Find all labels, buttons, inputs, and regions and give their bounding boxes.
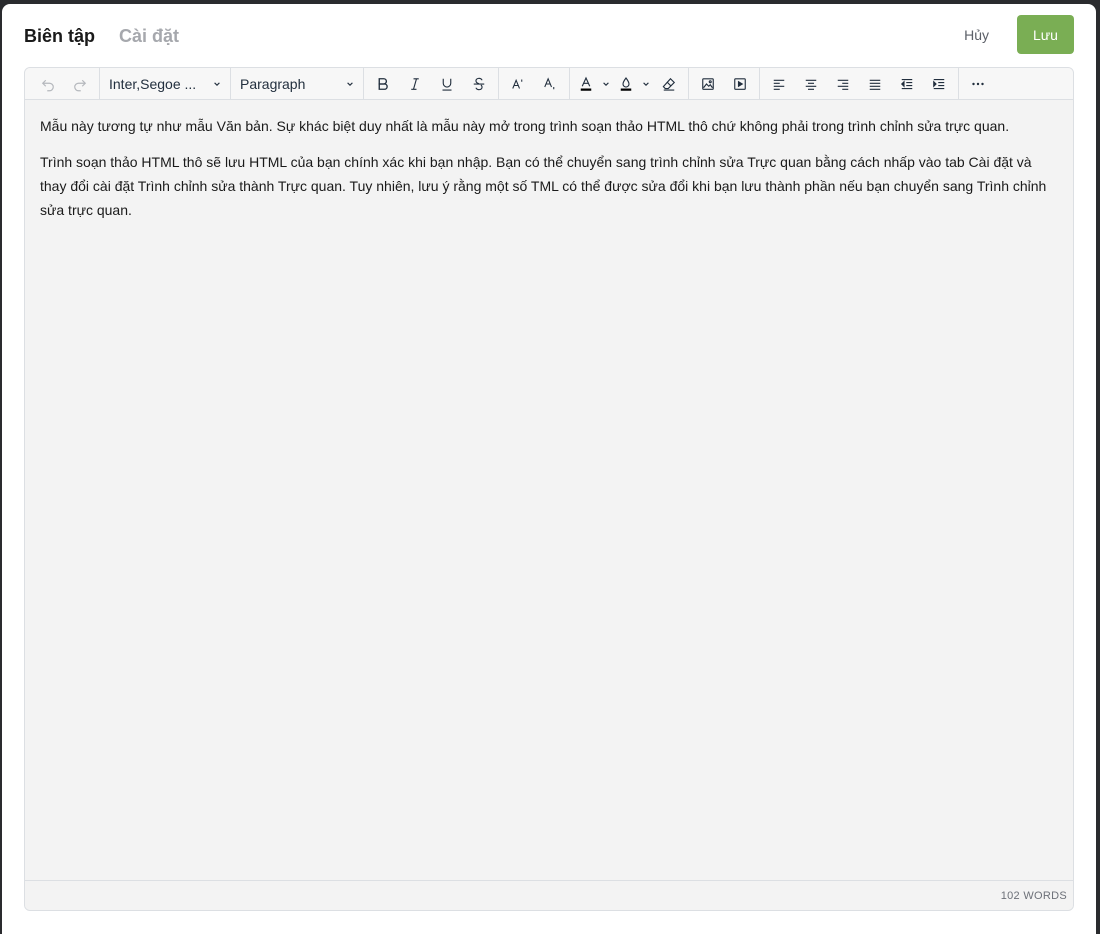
history-group [29, 68, 100, 100]
word-count[interactable]: 102 WORDS [1001, 890, 1067, 902]
tab-bar: Biên tập Cài đặt [24, 26, 179, 46]
align-justify-icon[interactable] [859, 71, 891, 97]
clear-formatting-icon[interactable] [653, 71, 685, 97]
font-family-value: Inter,Segoe ... [109, 75, 197, 92]
more-icon[interactable] [962, 71, 994, 97]
chevron-down-icon [214, 81, 220, 86]
indent-icon[interactable] [923, 71, 955, 97]
editor-toolbar: Inter,Segoe ... Paragraph [25, 68, 1073, 100]
script-group [499, 68, 570, 100]
save-button[interactable]: Lưu [1017, 15, 1074, 54]
undo-icon[interactable] [32, 71, 64, 97]
chevron-down-icon[interactable] [639, 71, 653, 97]
tab-edit[interactable]: Biên tập [24, 26, 95, 46]
text-color-icon[interactable] [573, 71, 599, 97]
chevron-down-icon[interactable] [599, 71, 613, 97]
strikethrough-icon[interactable] [463, 71, 495, 97]
font-family-group: Inter,Segoe ... [100, 68, 231, 100]
bold-icon[interactable] [367, 71, 399, 97]
editor-statusbar: 102 WORDS [25, 880, 1073, 910]
underline-icon[interactable] [431, 71, 463, 97]
image-icon[interactable] [692, 71, 724, 97]
alignment-group [760, 68, 959, 100]
editor-content[interactable]: Mẫu này tương tự như mẫu Văn bản. Sự khá… [25, 100, 1073, 879]
media-icon[interactable] [724, 71, 756, 97]
block-format-group: Paragraph [231, 68, 364, 100]
tab-settings[interactable]: Cài đặt [119, 26, 179, 46]
color-group [570, 68, 689, 100]
align-center-icon[interactable] [795, 71, 827, 97]
text-style-group [364, 68, 499, 100]
chevron-down-icon [347, 81, 353, 86]
align-right-icon[interactable] [827, 71, 859, 97]
rich-text-editor: Inter,Segoe ... Paragraph Mẫu này tương … [24, 67, 1074, 911]
italic-icon[interactable] [399, 71, 431, 97]
paragraph-2: Trình soạn thảo HTML thô sẽ lưu HTML của… [40, 154, 1047, 218]
subscript-icon[interactable] [534, 71, 566, 97]
insert-group [689, 68, 760, 100]
paragraph-1: Mẫu này tương tự như mẫu Văn bản. Sự khá… [40, 118, 1010, 134]
modal-actions: Hủy Lưu [950, 15, 1074, 54]
more-group [959, 68, 997, 100]
highlight-color-icon[interactable] [613, 71, 639, 97]
outdent-icon[interactable] [891, 71, 923, 97]
align-left-icon[interactable] [763, 71, 795, 97]
redo-icon[interactable] [64, 71, 96, 97]
superscript-icon[interactable] [502, 71, 534, 97]
font-family-select[interactable]: Inter,Segoe ... [103, 71, 227, 97]
highlight-color-split [613, 71, 653, 97]
block-format-select[interactable]: Paragraph [234, 71, 360, 97]
block-format-value: Paragraph [240, 75, 306, 92]
cancel-button[interactable]: Hủy [950, 17, 1003, 53]
text-color-split [573, 71, 613, 97]
edit-modal: Biên tập Cài đặt Hủy Lưu Inter,Segoe ... [2, 4, 1096, 934]
